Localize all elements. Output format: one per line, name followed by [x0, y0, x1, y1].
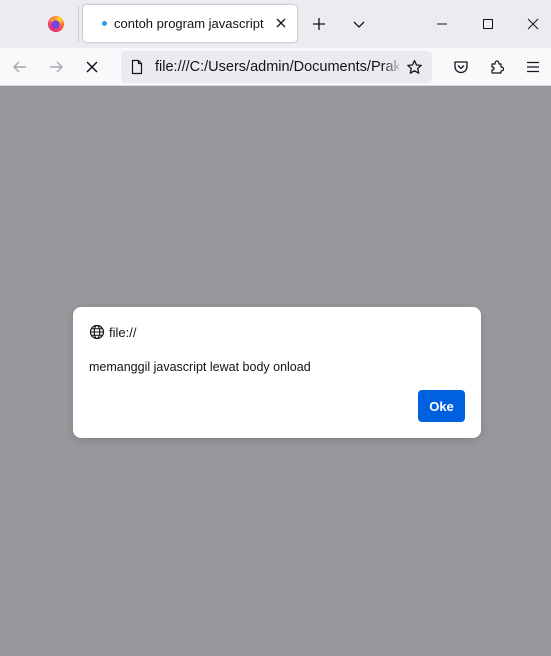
- tab-loading-indicator: [102, 21, 107, 26]
- dialog-origin: file://: [109, 325, 137, 340]
- arrow-right-icon: [50, 61, 63, 73]
- firefox-view-button[interactable]: [36, 6, 76, 42]
- close-icon: [86, 61, 98, 73]
- close-icon[interactable]: [273, 15, 289, 31]
- tab-active[interactable]: contoh program javascript: [83, 5, 297, 42]
- maximize-button[interactable]: [465, 0, 511, 48]
- tab-strip: contoh program javascript: [0, 0, 551, 48]
- url-text[interactable]: file:///C:/Users/admin/Documents/Praktik…: [155, 59, 399, 75]
- page-content-overlay: file:// memanggil javascript lewat body …: [0, 87, 551, 656]
- app-menu-button[interactable]: [518, 52, 548, 82]
- url-bar[interactable]: file:///C:/Users/admin/Documents/Praktik…: [121, 51, 432, 83]
- pocket-icon: [454, 61, 468, 74]
- page-icon[interactable]: [129, 59, 145, 75]
- close-icon: [527, 18, 539, 30]
- dialog-message: memanggil javascript lewat body onload: [89, 360, 311, 374]
- extensions-button[interactable]: [482, 52, 512, 82]
- url-fade: [383, 51, 403, 83]
- hamburger-icon: [527, 61, 539, 73]
- new-tab-button[interactable]: [304, 9, 334, 39]
- stop-button[interactable]: [77, 52, 107, 82]
- forward-button[interactable]: [41, 52, 71, 82]
- tab-strip-separator: [78, 6, 79, 42]
- globe-icon: [89, 324, 105, 340]
- chevron-down-icon: [353, 21, 365, 28]
- back-button[interactable]: [5, 52, 35, 82]
- minimize-button[interactable]: [419, 0, 465, 48]
- star-icon: [406, 59, 422, 74]
- bookmark-star-button[interactable]: [404, 57, 424, 77]
- arrow-left-icon: [13, 61, 26, 73]
- puzzle-icon: [491, 60, 505, 74]
- tab-title: contoh program javascript: [114, 16, 264, 31]
- maximize-icon: [483, 19, 493, 29]
- minimize-icon: [437, 23, 447, 25]
- pocket-button[interactable]: [446, 52, 476, 82]
- window-close-button[interactable]: [510, 0, 551, 48]
- plus-icon: [313, 18, 325, 30]
- ok-button[interactable]: Oke: [418, 390, 465, 422]
- firefox-logo-icon: [48, 16, 64, 32]
- list-all-tabs-button[interactable]: [344, 9, 374, 39]
- navigation-toolbar: file:///C:/Users/admin/Documents/Praktik…: [0, 48, 551, 86]
- alert-dialog: file:// memanggil javascript lewat body …: [73, 307, 481, 438]
